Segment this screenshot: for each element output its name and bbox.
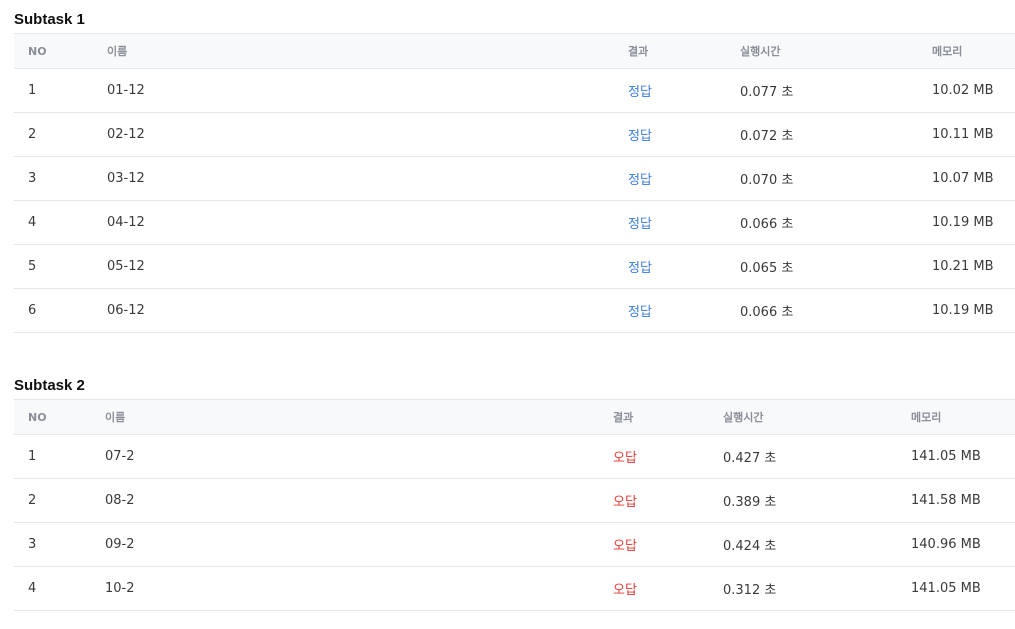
cell-result-wrong[interactable]: 오답	[613, 566, 723, 611]
cell-name: 03-12	[107, 156, 628, 201]
cell-name: 01-12	[107, 68, 628, 113]
cell-name: 05-12	[107, 244, 628, 289]
cell-no: 3	[14, 156, 107, 201]
table-row: 1 07-2 오답 0.427 초 141.05 MB	[14, 434, 1015, 479]
cell-result-wrong[interactable]: 오답	[613, 434, 723, 479]
header-memory: 메모리	[911, 399, 1015, 435]
cell-result-correct[interactable]: 정답	[628, 156, 740, 201]
cell-name: 02-12	[107, 112, 628, 157]
cell-time: 0.066 초	[740, 288, 932, 333]
cell-no: 1	[14, 434, 105, 479]
cell-name: 08-2	[105, 478, 613, 523]
header-name: 이름	[105, 399, 613, 435]
table-row: 4 10-2 오답 0.312 초 141.05 MB	[14, 566, 1015, 611]
cell-memory: 141.05 MB	[911, 566, 1015, 611]
cell-name: 09-2	[105, 522, 613, 567]
cell-time: 0.389 초	[723, 478, 911, 523]
cell-no: 2	[14, 478, 105, 523]
cell-name: 04-12	[107, 200, 628, 245]
header-no: NO	[14, 399, 105, 435]
header-result: 결과	[628, 33, 740, 69]
header-time: 실행시간	[723, 399, 911, 435]
table-row: 1 01-12 정답 0.077 초 10.02 MB	[14, 68, 1015, 113]
cell-memory: 10.19 MB	[932, 288, 1015, 333]
cell-time: 0.070 초	[740, 156, 932, 201]
cell-no: 1	[14, 68, 107, 113]
cell-time: 0.066 초	[740, 200, 932, 245]
subtask-2-table: NO 이름 결과 실행시간 메모리 1 07-2 오답 0.427 초 141.…	[14, 399, 1015, 611]
cell-time: 0.312 초	[723, 566, 911, 611]
table-header-row: NO 이름 결과 실행시간 메모리	[14, 33, 1015, 69]
subtask-1-table: NO 이름 결과 실행시간 메모리 1 01-12 정답 0.077 초 10.…	[14, 33, 1015, 333]
table-row: 4 04-12 정답 0.066 초 10.19 MB	[14, 200, 1015, 245]
header-memory: 메모리	[932, 33, 1015, 69]
cell-memory: 10.02 MB	[932, 68, 1015, 113]
header-name: 이름	[107, 33, 628, 69]
table-row: 3 03-12 정답 0.070 초 10.07 MB	[14, 156, 1015, 201]
cell-time: 0.072 초	[740, 112, 932, 157]
cell-result-correct[interactable]: 정답	[628, 68, 740, 113]
cell-memory: 141.58 MB	[911, 478, 1015, 523]
cell-memory: 10.11 MB	[932, 112, 1015, 157]
cell-result-correct[interactable]: 정답	[628, 244, 740, 289]
header-no: NO	[14, 33, 107, 69]
cell-result-correct[interactable]: 정답	[628, 112, 740, 157]
cell-memory: 141.05 MB	[911, 434, 1015, 479]
cell-result-wrong[interactable]: 오답	[613, 522, 723, 567]
table-row: 2 08-2 오답 0.389 초 141.58 MB	[14, 478, 1015, 523]
cell-no: 3	[14, 522, 105, 567]
cell-result-correct[interactable]: 정답	[628, 288, 740, 333]
cell-name: 07-2	[105, 434, 613, 479]
cell-memory: 10.07 MB	[932, 156, 1015, 201]
cell-memory: 10.19 MB	[932, 200, 1015, 245]
table-row: 6 06-12 정답 0.066 초 10.19 MB	[14, 288, 1015, 333]
subtask-title: Subtask 2	[14, 377, 85, 394]
table-header-row: NO 이름 결과 실행시간 메모리	[14, 399, 1015, 435]
cell-result-wrong[interactable]: 오답	[613, 478, 723, 523]
cell-time: 0.427 초	[723, 434, 911, 479]
cell-time: 0.424 초	[723, 522, 911, 567]
subtask-1-section: Subtask 1 NO 이름 결과 실행시간 메모리 1 01-12 정답 0…	[14, 7, 1015, 333]
table-row: 2 02-12 정답 0.072 초 10.11 MB	[14, 112, 1015, 157]
cell-memory: 140.96 MB	[911, 522, 1015, 567]
cell-time: 0.077 초	[740, 68, 932, 113]
subtask-title: Subtask 1	[14, 11, 85, 28]
subtask-2-section: Subtask 2 NO 이름 결과 실행시간 메모리 1 07-2 오답 0.…	[14, 373, 1015, 611]
cell-name: 10-2	[105, 566, 613, 611]
cell-no: 6	[14, 288, 107, 333]
cell-time: 0.065 초	[740, 244, 932, 289]
cell-no: 4	[14, 566, 105, 611]
cell-result-correct[interactable]: 정답	[628, 200, 740, 245]
table-row: 3 09-2 오답 0.424 초 140.96 MB	[14, 522, 1015, 567]
cell-no: 5	[14, 244, 107, 289]
header-time: 실행시간	[740, 33, 932, 69]
table-row: 5 05-12 정답 0.065 초 10.21 MB	[14, 244, 1015, 289]
cell-name: 06-12	[107, 288, 628, 333]
cell-memory: 10.21 MB	[932, 244, 1015, 289]
cell-no: 4	[14, 200, 107, 245]
cell-no: 2	[14, 112, 107, 157]
header-result: 결과	[613, 399, 723, 435]
